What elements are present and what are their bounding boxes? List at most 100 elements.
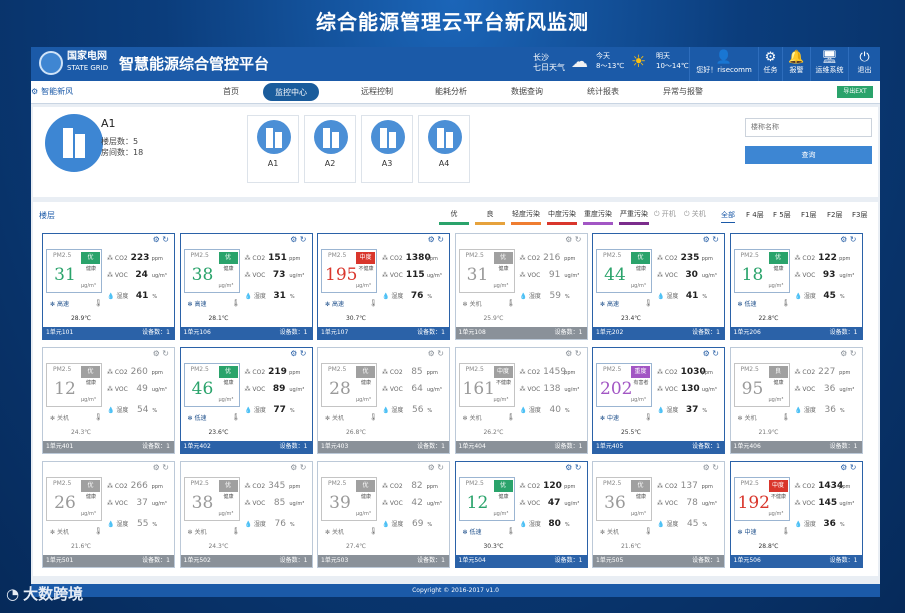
- refresh-icon[interactable]: ↻: [712, 463, 719, 472]
- user-menu[interactable]: 👤 您好！risecomm: [689, 47, 758, 81]
- room-card[interactable]: ⚙ ↻ PM2.5 优 健康 28 μg/m³ ⁂ CO2 85 ppm ⁂ VOC…: [317, 347, 450, 454]
- nav-monitor-center[interactable]: 监控中心: [263, 83, 319, 101]
- fan-mode[interactable]: ✻ 高速: [600, 299, 619, 308]
- fan-mode[interactable]: ✻ 高速: [50, 299, 69, 308]
- building-search-input[interactable]: [745, 118, 872, 137]
- gear-icon[interactable]: ⚙: [703, 349, 710, 358]
- room-card[interactable]: ⚙ ↻ PM2.5 优 健康 36 μg/m³ ⁂ CO2 137 ppm ⁂ VO…: [592, 461, 725, 568]
- refresh-icon[interactable]: ↻: [850, 235, 857, 244]
- gear-icon[interactable]: ⚙: [703, 463, 710, 472]
- fan-mode[interactable]: ✻ 关机: [50, 413, 69, 422]
- building-thumb-a1[interactable]: A1: [247, 115, 299, 183]
- gear-icon[interactable]: ⚙: [428, 463, 435, 472]
- floor-tab-f4[interactable]: F 4层: [746, 210, 764, 220]
- building-thumb-a3[interactable]: A3: [361, 115, 413, 183]
- nav-statistics-report[interactable]: 统计报表: [587, 86, 619, 97]
- nav-alarm[interactable]: 异常与报警: [663, 86, 703, 97]
- gear-icon[interactable]: ⚙: [153, 463, 160, 472]
- refresh-icon[interactable]: ↻: [162, 463, 169, 472]
- floor-tab-f1[interactable]: F1层: [801, 210, 816, 220]
- room-card[interactable]: ⚙ ↻ PM2.5 优 健康 26 μg/m³ ⁂ CO2 266 ppm ⁂ VO…: [42, 461, 175, 568]
- refresh-icon[interactable]: ↻: [850, 463, 857, 472]
- fan-mode[interactable]: ✻ 低速: [188, 413, 207, 422]
- fan-mode[interactable]: ✻ 关机: [463, 413, 482, 422]
- refresh-icon[interactable]: ↻: [300, 235, 307, 244]
- refresh-icon[interactable]: ↻: [300, 349, 307, 358]
- nav-remote-control[interactable]: 远程控制: [361, 86, 393, 97]
- fan-mode[interactable]: ✻ 关机: [325, 413, 344, 422]
- refresh-icon[interactable]: ↻: [437, 349, 444, 358]
- fan-mode[interactable]: ✻ 关机: [738, 413, 757, 422]
- gear-icon[interactable]: ⚙: [565, 349, 572, 358]
- fan-mode[interactable]: ✻ 关机: [188, 527, 207, 536]
- room-card[interactable]: ⚙ ↻ PM2.5 中度 不健康 192 μg/m³ ⁂ CO2 1434ppm …: [729, 461, 863, 568]
- fan-mode[interactable]: ✻ 高速: [188, 299, 207, 308]
- gear-icon[interactable]: ⚙: [290, 463, 297, 472]
- room-card[interactable]: ⚙ ↻ PM2.5 优 健康 12 μg/m³ ⁂ CO2 120 ppm ⁂ VO…: [454, 461, 588, 568]
- fan-mode[interactable]: ✻ 高速: [325, 299, 344, 308]
- room-card[interactable]: ⚙ ↻ PM2.5 优 健康 46 μg/m³ ⁂ CO2 219 ppm ⁂ VO…: [179, 347, 313, 454]
- gear-icon[interactable]: ⚙: [153, 349, 160, 358]
- refresh-icon[interactable]: ↻: [300, 463, 307, 472]
- refresh-icon[interactable]: ↻: [850, 349, 857, 358]
- nav-brand[interactable]: ⚙ 智能新风: [31, 86, 76, 97]
- power-on-filter[interactable]: ⏻ 开机: [654, 209, 676, 219]
- refresh-icon[interactable]: ↻: [575, 349, 582, 358]
- floor-tab-f3[interactable]: F3层: [852, 210, 867, 220]
- fan-mode[interactable]: ✻ 低速: [738, 299, 757, 308]
- gear-icon[interactable]: ⚙: [840, 463, 847, 472]
- fan-mode[interactable]: ✻ 关机: [50, 527, 69, 536]
- gear-icon[interactable]: ⚙: [290, 235, 297, 244]
- floor-tab-f2[interactable]: F2层: [827, 210, 842, 220]
- room-card[interactable]: ⚙ ↻ PM2.5 优 健康 38 μg/m³ ⁂ CO2 151 ppm ⁂ VO…: [179, 233, 313, 340]
- room-card[interactable]: ⚙ ↻ PM2.5 中度 不健康 161 μg/m³ ⁂ CO2 1459ppm …: [454, 347, 588, 454]
- room-card[interactable]: ⚙ ↻ PM2.5 优 健康 44 μg/m³ ⁂ CO2 235 ppm ⁂ VO…: [592, 233, 725, 340]
- gear-icon[interactable]: ⚙: [153, 235, 160, 244]
- floor-tab-all[interactable]: 全部: [721, 210, 735, 223]
- refresh-icon[interactable]: ↻: [575, 463, 582, 472]
- fan-mode[interactable]: ✻ 低速: [463, 527, 482, 536]
- room-card[interactable]: ⚙ ↻ PM2.5 优 健康 18 μg/m³ ⁂ CO2 122 ppm ⁂ VO…: [729, 233, 863, 340]
- refresh-icon[interactable]: ↻: [575, 235, 582, 244]
- floor-tab-f5[interactable]: F 5层: [773, 210, 791, 220]
- power-off-filter[interactable]: ⏻ 关机: [684, 209, 706, 219]
- building-thumb-a4[interactable]: A4: [418, 115, 470, 183]
- logout-button[interactable]: ⏻ 退出: [848, 47, 880, 81]
- gear-icon[interactable]: ⚙: [840, 235, 847, 244]
- room-card[interactable]: ⚙ ↻ PM2.5 良 健康 95 μg/m³ ⁂ CO2 227 ppm ⁂ VO…: [729, 347, 863, 454]
- room-card[interactable]: ⚙ ↻ PM2.5 优 健康 12 μg/m³ ⁂ CO2 260 ppm ⁂ VO…: [42, 347, 175, 454]
- room-card[interactable]: ⚙ ↻ PM2.5 优 健康 31 μg/m³ ⁂ CO2 223 ppm ⁂ VO…: [42, 233, 175, 340]
- fan-mode[interactable]: ✻ 关机: [325, 527, 344, 536]
- fan-mode[interactable]: ✻ 中速: [738, 527, 757, 536]
- room-card[interactable]: ⚙ ↻ PM2.5 优 健康 31 μg/m³ ⁂ CO2 216 ppm ⁂ VO…: [454, 233, 588, 340]
- refresh-icon[interactable]: ↻: [162, 349, 169, 358]
- gear-icon[interactable]: ⚙: [565, 235, 572, 244]
- refresh-icon[interactable]: ↻: [437, 235, 444, 244]
- gear-icon[interactable]: ⚙: [428, 349, 435, 358]
- gear-icon[interactable]: ⚙: [840, 349, 847, 358]
- room-card[interactable]: ⚙ ↻ PM2.5 优 健康 39 μg/m³ ⁂ CO2 82 ppm ⁂ VOC…: [317, 461, 450, 568]
- task-button[interactable]: ⚙ 任务: [758, 47, 782, 81]
- export-button[interactable]: 导出EXT: [837, 86, 873, 98]
- refresh-icon[interactable]: ↻: [437, 463, 444, 472]
- gear-icon[interactable]: ⚙: [290, 349, 297, 358]
- search-button[interactable]: 查询: [745, 146, 872, 164]
- refresh-icon[interactable]: ↻: [712, 235, 719, 244]
- refresh-icon[interactable]: ↻: [162, 235, 169, 244]
- nav-energy-analysis[interactable]: 能耗分析: [435, 86, 467, 97]
- alarm-button[interactable]: 🔔 报警: [782, 47, 810, 81]
- gear-icon[interactable]: ⚙: [703, 235, 710, 244]
- fan-mode[interactable]: ✻ 中速: [600, 413, 619, 422]
- ops-system-button[interactable]: 🖥 运维系统: [810, 47, 848, 81]
- room-card[interactable]: ⚙ ↻ PM2.5 中度 不健康 195 μg/m³ ⁂ CO2 1380ppm …: [317, 233, 450, 340]
- building-thumb-a2[interactable]: A2: [304, 115, 356, 183]
- nav-home[interactable]: 首页: [223, 86, 239, 97]
- room-card[interactable]: ⚙ ↻ PM2.5 优 健康 38 μg/m³ ⁂ CO2 345 ppm ⁂ VO…: [179, 461, 313, 568]
- room-card[interactable]: ⚙ ↻ PM2.5 重度 有害者 202 μg/m³ ⁂ CO2 1030ppm …: [592, 347, 725, 454]
- fan-mode[interactable]: ✻ 关机: [600, 527, 619, 536]
- gear-icon[interactable]: ⚙: [565, 463, 572, 472]
- refresh-icon[interactable]: ↻: [712, 349, 719, 358]
- gear-icon[interactable]: ⚙: [428, 235, 435, 244]
- fan-mode[interactable]: ✻ 关机: [463, 299, 482, 308]
- weather-city[interactable]: 长沙 七日天气: [533, 53, 565, 73]
